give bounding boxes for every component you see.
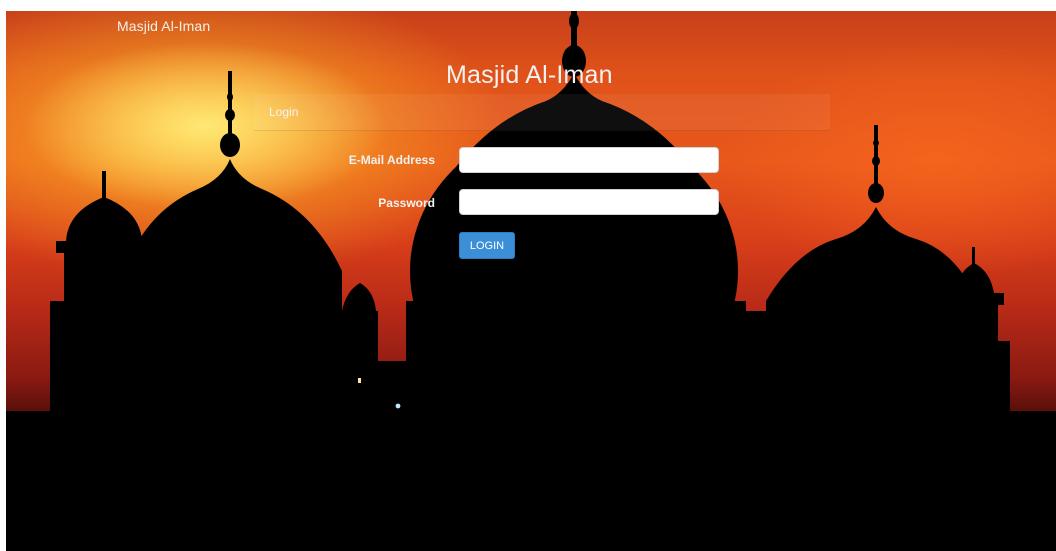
navbar-brand-link[interactable]: Masjid Al-Iman xyxy=(117,18,210,34)
login-panel-heading: Login xyxy=(254,94,830,131)
mosque-silhouette-image xyxy=(6,11,1056,551)
email-label: E-Mail Address xyxy=(348,153,435,167)
page-title: Masjid Al-Iman xyxy=(446,61,613,89)
login-page: Masjid Al-Iman Masjid Al-Iman Login E-Ma… xyxy=(6,11,1056,551)
password-label: Password xyxy=(378,196,435,210)
login-button[interactable]: LOGIN xyxy=(459,232,515,259)
password-field[interactable] xyxy=(459,189,719,215)
email-field[interactable] xyxy=(459,147,719,173)
login-heading-text: Login xyxy=(269,105,299,119)
